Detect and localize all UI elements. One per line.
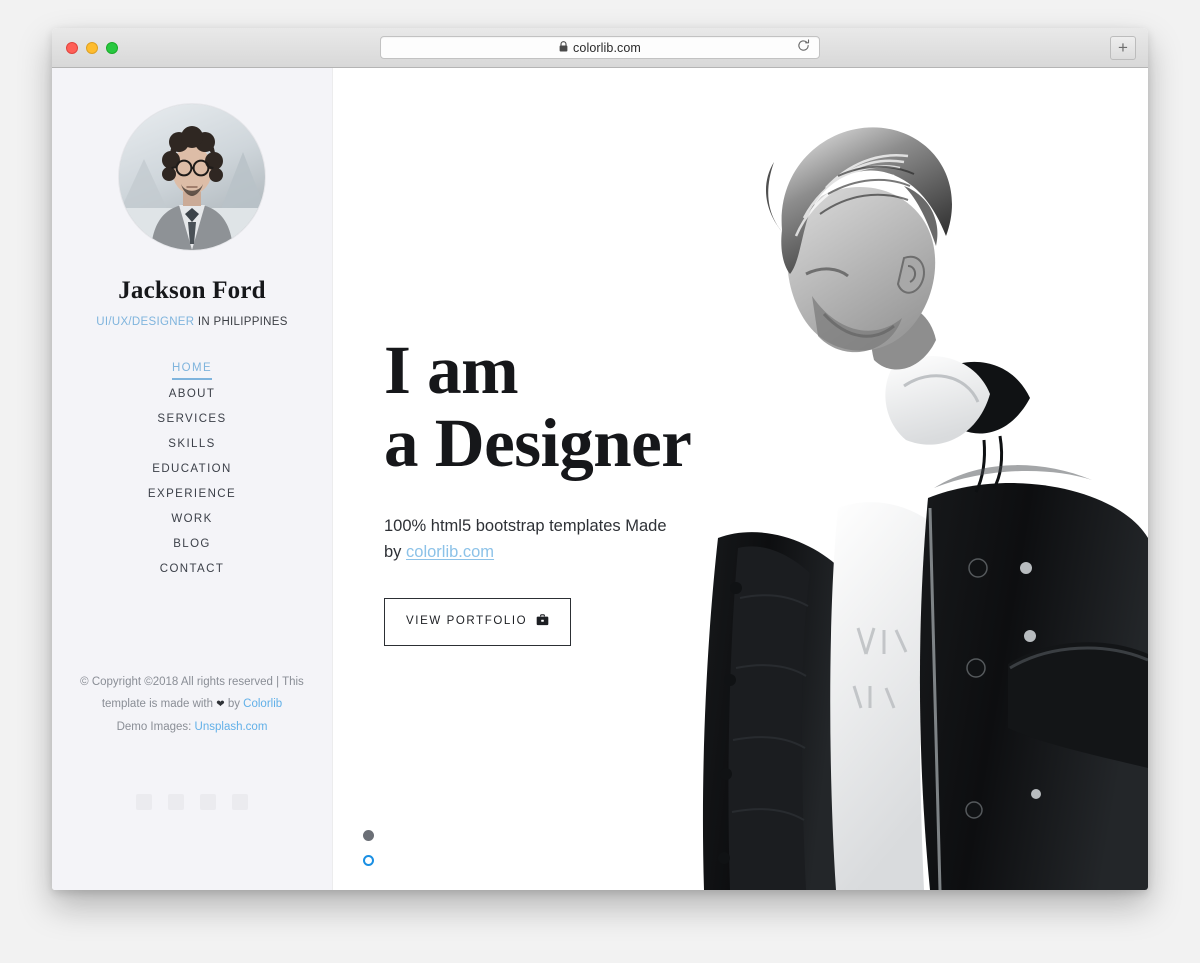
hero-subtitle: 100% html5 bootstrap templates Made by c…: [384, 513, 684, 565]
browser-window: colorlib.com + Jackson Ford UI/UX/DESIGN…: [52, 28, 1148, 890]
footer-by-text: by: [224, 698, 244, 710]
hero-heading-line2: a Designer: [384, 405, 692, 481]
sidebar-item-about[interactable]: ABOUT: [52, 382, 332, 407]
address-bar[interactable]: colorlib.com: [380, 36, 820, 59]
dribbble-icon[interactable]: [200, 794, 216, 810]
profile-location: IN PHILIPPINES: [194, 316, 288, 328]
profile-role: UI/UX/DESIGNER: [96, 316, 195, 328]
lock-icon: [559, 40, 568, 55]
sidebar-footer: © Copyright ©2018 All rights reserved | …: [52, 671, 332, 738]
slider-dot-2[interactable]: [363, 855, 374, 866]
new-tab-button[interactable]: +: [1110, 35, 1136, 60]
avatar: [119, 104, 265, 250]
main-content: I am a Designer 100% html5 bootstrap tem…: [333, 68, 1148, 890]
hero-subtitle-link[interactable]: colorlib.com: [406, 543, 494, 561]
heart-icon: ❤: [216, 699, 225, 710]
minimize-window-button[interactable]: [86, 41, 98, 54]
reload-icon[interactable]: [797, 38, 810, 57]
sidebar-item-home[interactable]: HOME: [171, 355, 213, 380]
footer-link-colorlib[interactable]: Colorlib: [243, 698, 282, 710]
window-controls: [52, 41, 118, 54]
footer-line-images: Demo Images: Unsplash.com: [66, 716, 318, 738]
facebook-icon[interactable]: [136, 794, 152, 810]
sidebar-item-experience[interactable]: EXPERIENCE: [52, 482, 332, 507]
browser-titlebar: colorlib.com +: [52, 28, 1148, 68]
footer-link-unsplash[interactable]: Unsplash.com: [195, 721, 268, 733]
view-portfolio-button[interactable]: VIEW PORTFOLIO: [384, 598, 572, 646]
maximize-window-button[interactable]: [106, 41, 118, 54]
hero-heading: I am a Designer: [384, 334, 714, 480]
sidebar-item-services[interactable]: SERVICES: [52, 407, 332, 432]
footer-line-template: template is made with ❤ by Colorlib: [66, 693, 318, 716]
footer-images-text: Demo Images:: [116, 721, 195, 733]
sidebar-item-education[interactable]: EDUCATION: [52, 457, 332, 482]
view-portfolio-label: VIEW PORTFOLIO: [406, 615, 528, 627]
close-window-button[interactable]: [66, 41, 78, 54]
sidebar-item-work[interactable]: WORK: [52, 507, 332, 532]
address-bar-content: colorlib.com: [559, 41, 641, 55]
new-tab-label: +: [1118, 38, 1128, 57]
linkedin-icon[interactable]: [232, 794, 248, 810]
sidebar-item-blog[interactable]: BLOG: [52, 532, 332, 557]
slider-pagination: [363, 830, 374, 880]
briefcase-icon: [536, 614, 549, 630]
footer-line-copyright: © Copyright ©2018 All rights reserved | …: [80, 676, 304, 688]
address-bar-url: colorlib.com: [573, 40, 641, 55]
sidebar-item-contact[interactable]: CONTACT: [52, 557, 332, 582]
nav-row-home: HOME: [52, 355, 332, 382]
profile-tagline: UI/UX/DESIGNER IN PHILIPPINES: [52, 316, 332, 328]
hero-heading-line1: I am: [384, 332, 519, 408]
twitter-icon[interactable]: [168, 794, 184, 810]
hero-photo: [678, 68, 1148, 890]
hero-copy: I am a Designer 100% html5 bootstrap tem…: [384, 334, 714, 646]
footer-template-text: template is made with: [101, 698, 217, 710]
sidebar-nav: HOME ABOUT SERVICES SKILLS EDUCATION EXP…: [52, 355, 332, 582]
sidebar-item-skills[interactable]: SKILLS: [52, 432, 332, 457]
slider-dot-1[interactable]: [363, 830, 374, 841]
page-viewport: Jackson Ford UI/UX/DESIGNER IN PHILIPPIN…: [52, 68, 1148, 890]
social-links: [52, 794, 332, 810]
sidebar: Jackson Ford UI/UX/DESIGNER IN PHILIPPIN…: [52, 68, 333, 890]
page-title: Jackson Ford: [118, 277, 266, 304]
